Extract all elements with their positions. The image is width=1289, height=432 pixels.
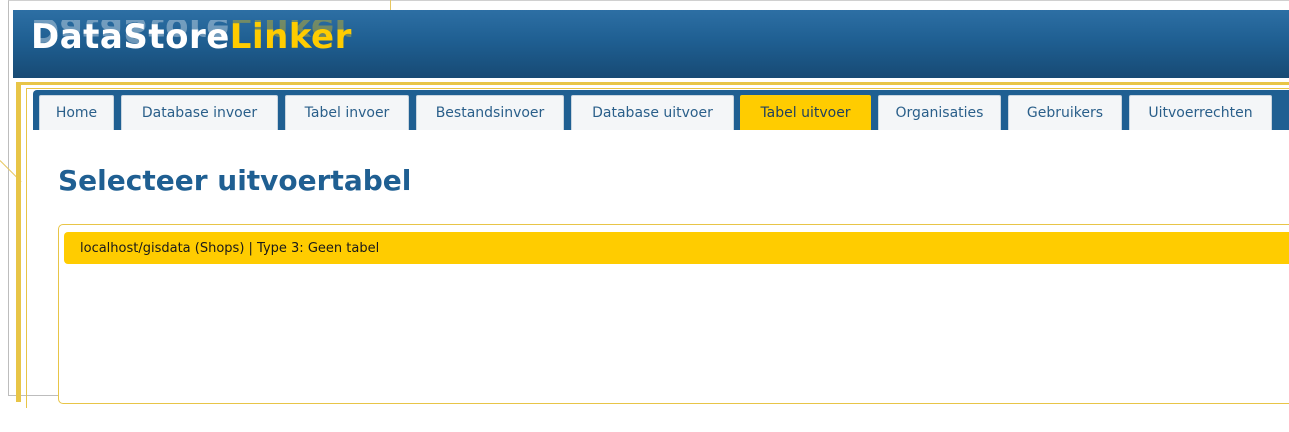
tab-uitvoerrechten[interactable]: Uitvoerrechten [1129, 95, 1272, 130]
table-list-item[interactable]: localhost/gisdata (Shops) | Type 3: Geen… [64, 232, 1289, 264]
tab-tabel-uitvoer[interactable]: Tabel uitvoer [740, 95, 871, 130]
tab-bestandsinvoer[interactable]: Bestandsinvoer [416, 95, 564, 130]
header-banner: DataStoreLinker DataStoreLinker [13, 10, 1289, 78]
page-title: Selecteer uitvoertabel [58, 164, 412, 197]
tab-organisaties[interactable]: Organisaties [878, 95, 1001, 130]
main-nav: Home Database invoer Tabel invoer Bestan… [33, 90, 1289, 130]
page: DataStoreLinker DataStoreLinker Home Dat… [0, 0, 1289, 432]
tab-database-invoer[interactable]: Database invoer [121, 95, 278, 130]
tab-tabel-invoer[interactable]: Tabel invoer [285, 95, 409, 130]
tab-home[interactable]: Home [39, 95, 114, 130]
tab-gebruikers[interactable]: Gebruikers [1008, 95, 1122, 130]
decorative-line [390, 0, 391, 10]
logo-reflection: DataStoreLinker [31, 20, 352, 50]
tab-database-uitvoer[interactable]: Database uitvoer [571, 95, 734, 130]
